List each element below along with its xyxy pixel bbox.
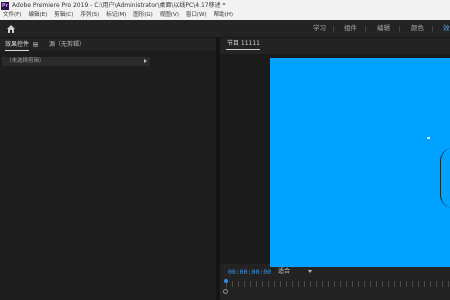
no-clip-selected-row: （未选择剪辑）: [2, 57, 150, 66]
playhead-marker[interactable]: [224, 279, 228, 283]
menu-help[interactable]: 帮助(H): [211, 11, 237, 20]
no-clip-label: （未选择剪辑）: [6, 58, 45, 64]
playhead-timecode[interactable]: 00:00:00:00: [228, 268, 271, 276]
menu-clip[interactable]: 剪辑(C): [51, 11, 77, 20]
zoom-scroll-handle[interactable]: [223, 289, 228, 294]
workspace-bar: 学习 组件 编辑 颜色 效: [0, 20, 450, 38]
menu-window[interactable]: 窗口(W): [183, 11, 211, 20]
active-tab-underline: [226, 49, 260, 50]
frame-shape-edge: [440, 148, 450, 208]
workspace-separator: [432, 26, 433, 32]
monitor-controls: 00:00:00:00 适合: [220, 267, 450, 300]
frame-artifact: [427, 137, 430, 139]
workspace-tab-editing[interactable]: 编辑: [377, 20, 390, 37]
workspace-separator: [399, 26, 400, 32]
menu-file[interactable]: 文件(F): [0, 11, 25, 20]
effect-controls-panel: 效果控件 源（无剪辑） （未选择剪辑）: [0, 38, 216, 300]
window-titlebar: Pr Adobe Premiere Pro 2019 - C:\用户\Admin…: [0, 0, 450, 11]
premiere-logo-icon: Pr: [1, 1, 9, 10]
menu-graphics[interactable]: 图形(G): [130, 11, 157, 20]
expand-arrow-icon[interactable]: [144, 59, 147, 63]
tab-effect-controls[interactable]: 效果控件: [5, 38, 30, 51]
zoom-fit-label: 适合: [278, 268, 291, 275]
workspace-separator: [365, 26, 366, 32]
workspace-tab-learn[interactable]: 学习: [313, 20, 326, 37]
time-ruler[interactable]: [226, 281, 450, 287]
menu-view[interactable]: 视图(V): [157, 11, 183, 20]
tab-source[interactable]: 源（无剪辑）: [49, 38, 85, 51]
menu-sequence[interactable]: 序列(S): [77, 11, 103, 20]
workspace-tab-effects[interactable]: 效: [443, 20, 450, 37]
home-icon[interactable]: [6, 24, 16, 34]
workspace-tab-color[interactable]: 颜色: [411, 20, 424, 37]
window-title: Adobe Premiere Pro 2019 - C:\用户\Administ…: [12, 2, 226, 9]
workspace-separator: [333, 26, 334, 32]
workspace-tab-assembly[interactable]: 组件: [344, 20, 357, 37]
chevron-down-icon: [308, 270, 312, 273]
zoom-fit-dropdown[interactable]: 适合: [278, 267, 312, 276]
menu-markers[interactable]: 标记(M): [103, 11, 130, 20]
program-monitor-header: 节目 11111: [220, 38, 450, 50]
panel-menu-icon[interactable]: [33, 42, 38, 47]
menu-edit[interactable]: 编辑(E): [25, 11, 51, 20]
panel-tabs: 效果控件 源（无剪辑）: [0, 38, 216, 51]
program-monitor-panel: 节目 11111 00:00:00:00 适合: [220, 38, 450, 300]
video-frame[interactable]: [270, 58, 450, 268]
